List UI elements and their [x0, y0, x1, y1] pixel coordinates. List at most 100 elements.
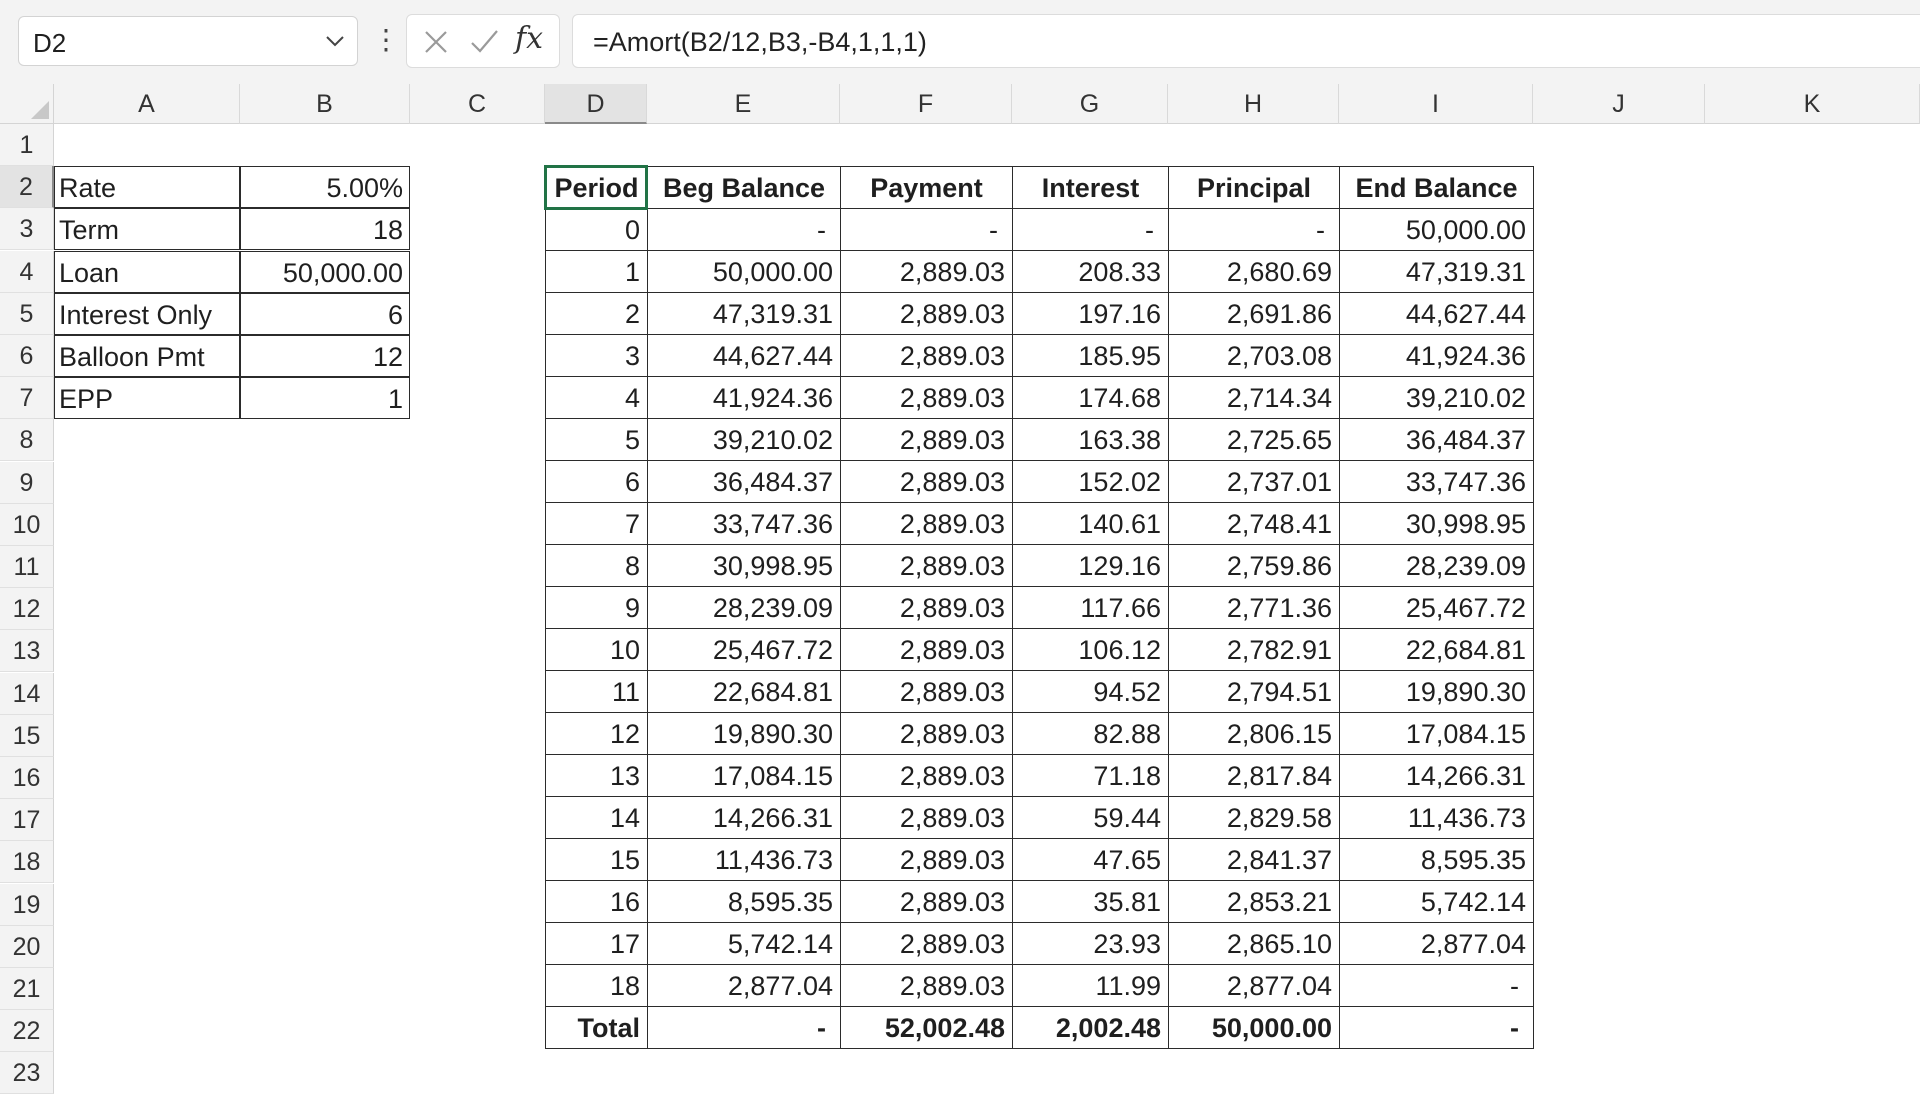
table-cell[interactable]: 12 [545, 712, 648, 756]
table-cell[interactable]: 50,000.00 [1168, 1006, 1340, 1050]
table-cell[interactable]: 2,889.03 [840, 880, 1013, 924]
table-cell[interactable]: 17,084.15 [1339, 712, 1534, 756]
table-cell[interactable]: 2,841.37 [1168, 838, 1340, 882]
table-cell[interactable]: 140.61 [1012, 502, 1169, 546]
table-cell[interactable]: 33,747.36 [647, 502, 841, 546]
table-cell[interactable]: 30,998.95 [647, 544, 841, 588]
name-box[interactable]: D2 [18, 16, 358, 66]
fx-icon[interactable]: fx [515, 21, 549, 56]
table-cell[interactable]: 2,725.65 [1168, 418, 1340, 462]
table-cell[interactable]: 35.81 [1012, 880, 1169, 924]
row-header-6[interactable]: 6 [0, 335, 54, 377]
input-value-cell[interactable]: 6 [240, 292, 410, 335]
table-cell[interactable]: 82.88 [1012, 712, 1169, 756]
row-header-18[interactable]: 18 [0, 841, 54, 884]
table-cell[interactable]: 71.18 [1012, 754, 1169, 798]
table-cell[interactable]: 36,484.37 [1339, 418, 1534, 462]
table-cell[interactable]: 2,889.03 [840, 376, 1013, 420]
row-header-14[interactable]: 14 [0, 672, 54, 715]
table-cell[interactable]: 5,742.14 [647, 922, 841, 966]
input-value-cell[interactable]: 5.00% [240, 166, 410, 209]
table-cell[interactable]: 117.66 [1012, 586, 1169, 630]
row-header-8[interactable]: 8 [0, 419, 54, 462]
table-cell[interactable]: 9 [545, 586, 648, 630]
table-cell[interactable]: 2,889.03 [840, 964, 1013, 1008]
table-cell[interactable]: 2,771.36 [1168, 586, 1340, 630]
table-cell[interactable]: 11,436.73 [647, 838, 841, 882]
table-cell[interactable]: 0 [545, 208, 648, 252]
input-label-cell[interactable]: Interest Only [54, 292, 240, 335]
table-cell[interactable]: 2,889.03 [840, 754, 1013, 798]
table-cell[interactable]: 2,748.41 [1168, 502, 1340, 546]
input-value-cell[interactable]: 12 [240, 335, 410, 377]
table-cell[interactable]: - [647, 208, 841, 252]
column-header-b[interactable]: B [240, 84, 410, 124]
column-header-e[interactable]: E [647, 84, 840, 124]
table-cell[interactable]: 41,924.36 [1339, 334, 1534, 378]
table-cell[interactable]: - [1168, 208, 1340, 252]
row-header-7[interactable]: 7 [0, 377, 54, 420]
table-cell[interactable]: 30,998.95 [1339, 502, 1534, 546]
table-cell[interactable]: 2,889.03 [840, 292, 1013, 336]
table-cell[interactable]: Total [545, 1006, 648, 1050]
table-cell[interactable]: 19,890.30 [1339, 670, 1534, 714]
input-value-cell[interactable]: 50,000.00 [240, 250, 410, 293]
table-cell[interactable]: 39,210.02 [647, 418, 841, 462]
table-cell[interactable]: 15 [545, 838, 648, 882]
column-title-interest[interactable]: Interest [1012, 166, 1169, 210]
table-cell[interactable]: 19,890.30 [647, 712, 841, 756]
column-header-j[interactable]: J [1533, 84, 1705, 124]
row-header-5[interactable]: 5 [0, 292, 54, 335]
check-icon[interactable] [467, 25, 501, 59]
table-cell[interactable]: 2,877.04 [647, 964, 841, 1008]
row-header-10[interactable]: 10 [0, 503, 54, 546]
table-cell[interactable]: 1 [545, 250, 648, 294]
row-header-17[interactable]: 17 [0, 799, 54, 842]
row-header-4[interactable]: 4 [0, 250, 54, 293]
table-cell[interactable]: 5 [545, 418, 648, 462]
row-header-20[interactable]: 20 [0, 925, 54, 968]
table-cell[interactable]: 2,889.03 [840, 670, 1013, 714]
table-cell[interactable]: 2,714.34 [1168, 376, 1340, 420]
table-cell[interactable]: 52,002.48 [840, 1006, 1013, 1050]
table-cell[interactable]: 174.68 [1012, 376, 1169, 420]
table-cell[interactable]: 11,436.73 [1339, 796, 1534, 840]
table-cell[interactable]: 2,889.03 [840, 712, 1013, 756]
table-cell[interactable]: 2,817.84 [1168, 754, 1340, 798]
table-cell[interactable]: 14 [545, 796, 648, 840]
table-cell[interactable]: 2,877.04 [1168, 964, 1340, 1008]
column-header-a[interactable]: A [54, 84, 240, 124]
column-header-g[interactable]: G [1012, 84, 1168, 124]
table-cell[interactable]: 14,266.31 [647, 796, 841, 840]
table-cell[interactable]: 2,889.03 [840, 586, 1013, 630]
row-header-13[interactable]: 13 [0, 630, 54, 673]
table-cell[interactable]: 2,002.48 [1012, 1006, 1169, 1050]
column-header-d[interactable]: D [545, 84, 647, 124]
table-cell[interactable]: 185.95 [1012, 334, 1169, 378]
table-cell[interactable]: - [840, 208, 1013, 252]
table-cell[interactable]: 16 [545, 880, 648, 924]
table-cell[interactable]: 33,747.36 [1339, 460, 1534, 504]
table-cell[interactable]: 50,000.00 [647, 250, 841, 294]
row-header-3[interactable]: 3 [0, 208, 54, 251]
table-cell[interactable]: 163.38 [1012, 418, 1169, 462]
table-cell[interactable]: 7 [545, 502, 648, 546]
table-cell[interactable]: 11 [545, 670, 648, 714]
table-cell[interactable]: 47,319.31 [1339, 250, 1534, 294]
input-label-cell[interactable]: Rate [54, 166, 240, 209]
table-cell[interactable]: 39,210.02 [1339, 376, 1534, 420]
input-label-cell[interactable]: EPP [54, 377, 240, 420]
table-cell[interactable]: 2,889.03 [840, 502, 1013, 546]
row-header-19[interactable]: 19 [0, 883, 54, 926]
table-cell[interactable]: 208.33 [1012, 250, 1169, 294]
table-cell[interactable]: 2 [545, 292, 648, 336]
table-cell[interactable]: 25,467.72 [1339, 586, 1534, 630]
table-cell[interactable]: - [647, 1006, 841, 1050]
table-cell[interactable]: 2,737.01 [1168, 460, 1340, 504]
table-cell[interactable]: 129.16 [1012, 544, 1169, 588]
column-title-principal[interactable]: Principal [1168, 166, 1340, 210]
table-cell[interactable]: 6 [545, 460, 648, 504]
row-header-9[interactable]: 9 [0, 461, 54, 504]
table-cell[interactable]: 2,889.03 [840, 796, 1013, 840]
table-cell[interactable]: - [1339, 1006, 1534, 1050]
